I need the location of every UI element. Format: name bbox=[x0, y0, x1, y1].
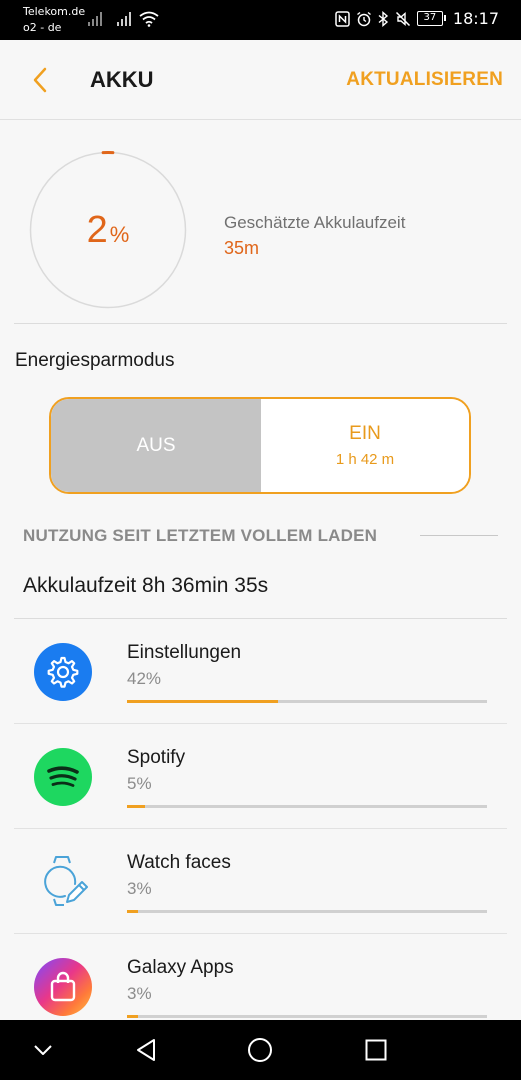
usage-bar bbox=[127, 910, 487, 913]
power-saving-on-duration: 1 h 42 m bbox=[335, 451, 395, 468]
back-nav-button[interactable] bbox=[126, 1020, 166, 1080]
usage-section-title: NUTZUNG SEIT LETZTEM VOLLEM LADEN bbox=[23, 526, 378, 545]
app-usage-percent: 3% bbox=[127, 984, 152, 1003]
battery-indicator: 37 bbox=[416, 11, 446, 26]
home-circle-icon bbox=[248, 1038, 272, 1062]
signal-icon bbox=[117, 12, 131, 26]
status-bar: Telekom.de o2 - de 37 18:17 bbox=[0, 0, 521, 40]
back-button[interactable] bbox=[24, 64, 56, 96]
carrier-secondary: o2 - de bbox=[23, 21, 62, 34]
usage-bar bbox=[127, 1015, 487, 1018]
nfc-icon bbox=[335, 10, 350, 27]
app-header: AKKU AKTUALISIEREN bbox=[0, 40, 521, 120]
app-name: Galaxy Apps bbox=[127, 957, 234, 978]
status-icons: 37 18:17 bbox=[335, 9, 499, 28]
battery-percentage: 2 % bbox=[29, 151, 187, 309]
divider bbox=[14, 323, 507, 324]
battery-runtime: Akkulaufzeit 8h 36min 35s bbox=[23, 574, 269, 597]
usage-bar-fill bbox=[127, 700, 279, 703]
power-saving-off-option[interactable]: AUS bbox=[51, 399, 261, 492]
app-usage-percent: 3% bbox=[127, 879, 152, 898]
estimate-value: 35m bbox=[224, 238, 260, 258]
refresh-button[interactable]: AKTUALISIEREN bbox=[346, 69, 503, 91]
recents-nav-button[interactable] bbox=[356, 1020, 396, 1080]
galaxy-apps-bag-icon bbox=[34, 958, 92, 1016]
usage-bar bbox=[127, 805, 487, 808]
back-triangle-icon bbox=[137, 1039, 155, 1061]
power-saving-on-label: EIN bbox=[349, 423, 381, 444]
vibrate-mute-icon bbox=[395, 11, 410, 26]
home-nav-button[interactable] bbox=[240, 1020, 280, 1080]
watch-face-icon bbox=[34, 853, 92, 911]
back-arrow-icon bbox=[33, 67, 47, 93]
usage-bar-fill bbox=[127, 805, 145, 808]
app-name: Spotify bbox=[127, 747, 186, 768]
usage-bar bbox=[127, 700, 487, 703]
power-saving-toggle: AUS EIN 1 h 42 m bbox=[49, 397, 471, 494]
app-usage-percent: 42% bbox=[127, 669, 162, 688]
chevron-down-icon bbox=[34, 1045, 52, 1055]
battery-percent-value: 2 bbox=[86, 208, 108, 251]
section-divider bbox=[420, 535, 498, 536]
app-row-spotify[interactable]: Spotify 5% bbox=[0, 724, 521, 829]
recents-square-icon bbox=[365, 1039, 387, 1061]
app-row-watch-faces[interactable]: Watch faces 3% bbox=[0, 829, 521, 934]
usage-bar-fill bbox=[127, 910, 138, 913]
app-name: Einstellungen bbox=[127, 642, 242, 663]
signal-icon bbox=[88, 12, 102, 26]
spotify-icon bbox=[34, 748, 92, 806]
page-title: AKKU bbox=[90, 67, 154, 92]
bluetooth-icon bbox=[378, 10, 388, 27]
wifi-icon bbox=[139, 11, 159, 27]
power-saving-on-option[interactable]: EIN 1 h 42 m bbox=[261, 399, 469, 492]
app-row-einstellungen[interactable]: Einstellungen 42% bbox=[0, 619, 521, 724]
battery-percent-sign: % bbox=[109, 222, 130, 247]
power-saving-heading: Energiesparmodus bbox=[15, 350, 175, 371]
navigation-bar bbox=[0, 1020, 521, 1080]
app-name: Watch faces bbox=[127, 852, 231, 873]
clock: 18:17 bbox=[452, 9, 499, 28]
alarm-icon bbox=[356, 11, 371, 26]
settings-gear-icon bbox=[34, 643, 92, 701]
carrier-primary: Telekom.de bbox=[23, 5, 86, 18]
estimate-label: Geschätzte Akkulaufzeit bbox=[224, 213, 406, 232]
app-usage-percent: 5% bbox=[127, 774, 152, 793]
usage-bar-fill bbox=[127, 1015, 138, 1018]
hide-nav-button[interactable] bbox=[24, 1020, 62, 1080]
